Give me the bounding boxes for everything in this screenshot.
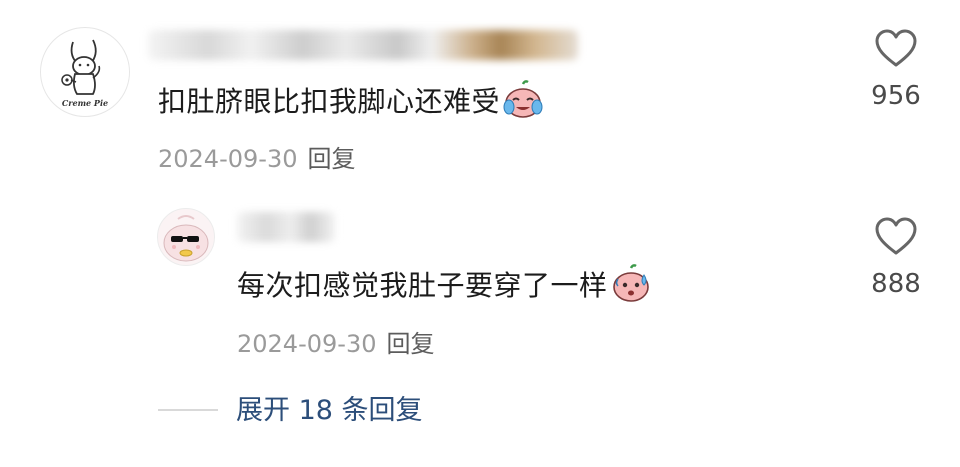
comment-date: 2024-09-30 xyxy=(158,145,298,173)
reply-like-control: 888 xyxy=(851,216,941,300)
username-blurred[interactable] xyxy=(148,30,578,60)
expand-divider xyxy=(158,409,218,411)
reply-date: 2024-09-30 xyxy=(237,330,377,358)
reply-to-reply-button[interactable]: 回复 xyxy=(386,330,434,358)
expand-replies-button[interactable]: 展开 18 条回复 xyxy=(236,393,423,429)
crying-face-emoji-icon xyxy=(503,80,543,118)
reply-body: 每次扣感觉我肚子要穿了一样 xyxy=(237,269,608,302)
heart-icon[interactable] xyxy=(874,216,918,256)
comment-meta: 2024-09-30 回复 xyxy=(158,144,355,174)
avatar[interactable]: Creme Pie xyxy=(40,27,130,117)
reply-text: 每次扣感觉我肚子要穿了一样 xyxy=(237,264,652,306)
reply-button[interactable]: 回复 xyxy=(307,145,355,173)
heart-icon[interactable] xyxy=(874,28,918,68)
reply-meta: 2024-09-30 回复 xyxy=(237,329,434,359)
like-count: 956 xyxy=(871,81,921,111)
pink-character-avatar-icon xyxy=(163,215,209,262)
reply-username-blurred[interactable] xyxy=(237,212,335,242)
reply-avatar[interactable] xyxy=(157,208,215,266)
comment-text: 扣肚脐眼比扣我脚心还难受 xyxy=(158,80,544,122)
sweating-face-emoji-icon xyxy=(612,264,649,302)
comment-body: 扣肚脐眼比扣我脚心还难受 xyxy=(158,85,501,118)
like-control: 956 xyxy=(851,28,941,112)
reply-like-count: 888 xyxy=(871,269,921,299)
avatar-logo-text: Creme Pie xyxy=(61,98,109,108)
